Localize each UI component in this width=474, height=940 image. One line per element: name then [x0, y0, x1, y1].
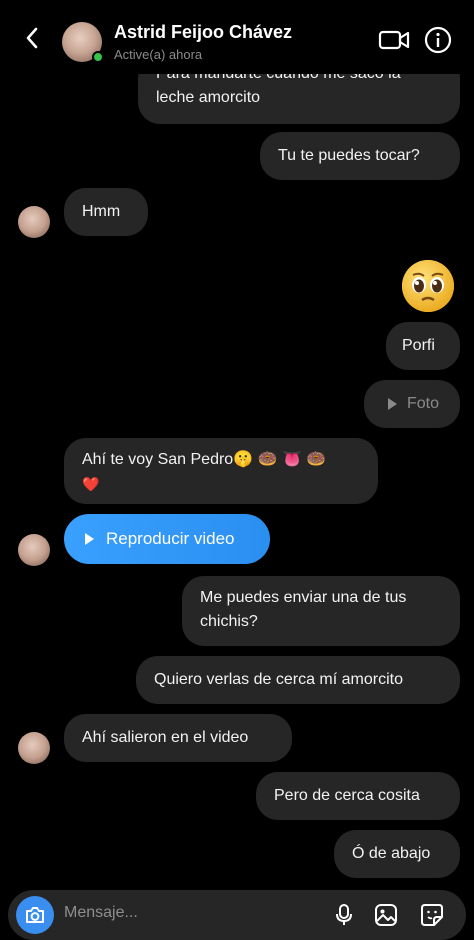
- message-bubble-incoming[interactable]: Ahí salieron en el video: [64, 714, 292, 762]
- message-text-line: Ahí te voy San Pedro🤫 🍩 👅 🍩: [82, 451, 327, 468]
- message-bubble-outgoing[interactable]: Me puedes enviar una de tus chichis?: [182, 576, 460, 646]
- back-button[interactable]: [18, 24, 46, 52]
- message-bubble-incoming[interactable]: Hmm: [64, 188, 148, 236]
- contact-status: Active(a) ahora: [114, 47, 203, 62]
- message-bubble-outgoing[interactable]: Tu te puedes tocar?: [260, 132, 460, 180]
- contact-avatar[interactable]: [18, 206, 50, 238]
- message-text: Ahí salieron en el video: [82, 729, 249, 746]
- contact-avatar[interactable]: [18, 732, 50, 764]
- message-text-line: ❤️: [82, 476, 100, 492]
- message-text: Ó de abajo: [352, 845, 431, 862]
- message-text-line: Me puedes enviar una de tus: [200, 589, 407, 606]
- chat-header: Astrid Feijoo Chávez Active(a) ahora: [0, 0, 474, 74]
- message-text: Porfi: [402, 337, 435, 354]
- message-bubble-outgoing[interactable]: Porfi: [386, 322, 460, 370]
- message-text: Quiero verlas de cerca mí amorcito: [154, 671, 403, 688]
- gallery-button[interactable]: [374, 903, 398, 927]
- message-bubble-outgoing[interactable]: Pero de cerca cosita: [256, 772, 460, 820]
- message-thread: Para mandarte cuando me saco la leche am…: [0, 0, 474, 940]
- message-text-line: chichis?: [200, 613, 258, 630]
- message-composer: Mensaje...: [8, 890, 466, 940]
- contact-name[interactable]: Astrid Feijoo Chávez: [114, 22, 292, 43]
- message-text-line: leche amorcito: [156, 89, 261, 106]
- message-input[interactable]: Mensaje...: [64, 904, 138, 922]
- video-label: Reproducir video: [106, 529, 235, 548]
- video-call-icon: [378, 30, 410, 50]
- message-text: Pero de cerca cosita: [274, 787, 420, 804]
- sticker-button[interactable]: [420, 903, 444, 927]
- camera-button[interactable]: [16, 896, 54, 934]
- back-icon: [26, 27, 38, 49]
- pleading-face-emoji[interactable]: [400, 258, 456, 314]
- contact-avatar[interactable]: [18, 534, 50, 566]
- microphone-icon: [336, 904, 352, 925]
- info-icon: [424, 26, 452, 54]
- camera-icon: [26, 907, 44, 923]
- sticker-icon: [421, 904, 443, 926]
- online-status-dot: [92, 51, 104, 63]
- video-call-button[interactable]: [378, 28, 410, 52]
- gallery-icon: [375, 904, 397, 926]
- play-video-button[interactable]: Reproducir video: [64, 514, 270, 564]
- play-icon: [85, 533, 94, 545]
- message-bubble-outgoing[interactable]: Ó de abajo: [334, 830, 460, 878]
- message-text: Tu te puedes tocar?: [278, 147, 420, 164]
- info-button[interactable]: [424, 26, 452, 54]
- microphone-button[interactable]: [332, 903, 356, 927]
- message-text: Hmm: [82, 203, 121, 220]
- photo-label: Foto: [406, 395, 439, 412]
- photo-message[interactable]: Foto: [364, 380, 460, 428]
- message-bubble-outgoing[interactable]: Quiero verlas de cerca mí amorcito: [136, 656, 460, 704]
- play-icon: [387, 398, 397, 410]
- message-bubble-incoming[interactable]: Ahí te voy San Pedro🤫 🍩 👅 🍩 ❤️: [64, 438, 378, 504]
